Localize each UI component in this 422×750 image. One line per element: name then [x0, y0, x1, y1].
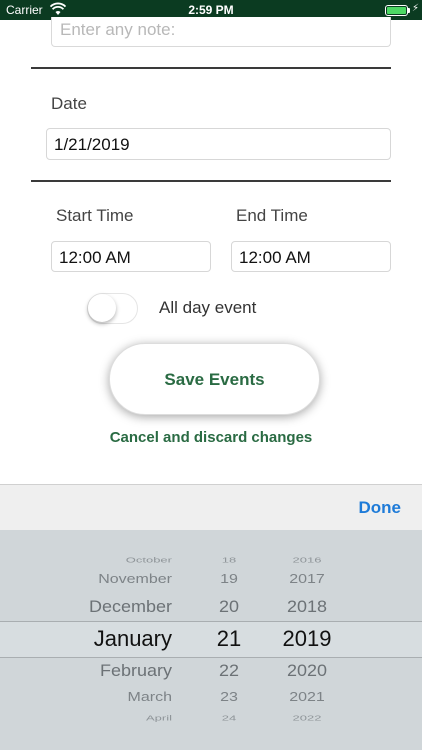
picker-month: December [88, 597, 172, 616]
picker-month: October [125, 555, 172, 565]
picker-day: 18 [221, 555, 237, 565]
picker-month: January [93, 626, 172, 651]
picker-year: 2019 [282, 626, 332, 651]
picker-toolbar: Done [0, 484, 422, 530]
picker-year: 2017 [289, 572, 325, 587]
picker-month: April [145, 713, 172, 723]
charging-icon: ⚡ [411, 3, 419, 14]
divider [31, 180, 391, 182]
picker-day: 21 [216, 626, 242, 651]
done-button[interactable]: Done [359, 498, 402, 518]
picker-year: 2022 [292, 713, 322, 723]
end-time-label: End Time [236, 206, 308, 225]
battery-tip [408, 8, 410, 13]
status-time: 2:59 PM [188, 3, 234, 17]
picker-year: 2020 [286, 661, 328, 680]
picker-day: 20 [218, 597, 240, 616]
toggle-knob [88, 294, 116, 322]
cancel-discard-link[interactable]: Cancel and discard changes [0, 429, 422, 446]
date-field[interactable]: 1/21/2019 [46, 128, 391, 160]
date-picker-wheel[interactable]: October 18 2016 November 19 2017 December 20 201… [0, 530, 422, 750]
picker-month: March [127, 690, 172, 705]
picker-day: 23 [220, 690, 238, 705]
battery-icon [385, 5, 408, 16]
start-time-field[interactable]: 12:00 AM [51, 241, 211, 272]
picker-year: 2018 [286, 597, 328, 616]
picker-month: November [98, 572, 172, 587]
all-day-label: All day event [159, 298, 257, 317]
note-input[interactable]: Enter any note: [51, 17, 391, 47]
picker-year: 2021 [289, 690, 325, 705]
save-events-button[interactable]: Save Events [109, 343, 320, 415]
picker-day: 22 [218, 661, 240, 680]
end-time-field[interactable]: 12:00 AM [231, 241, 391, 272]
picker-day: 24 [221, 713, 237, 723]
divider [31, 67, 391, 69]
picker-day: 19 [220, 572, 238, 587]
picker-month: February [99, 661, 172, 680]
date-label: Date [51, 94, 87, 113]
start-time-label: Start Time [56, 206, 134, 225]
all-day-toggle[interactable] [87, 293, 138, 324]
picker-year: 2016 [292, 555, 322, 565]
